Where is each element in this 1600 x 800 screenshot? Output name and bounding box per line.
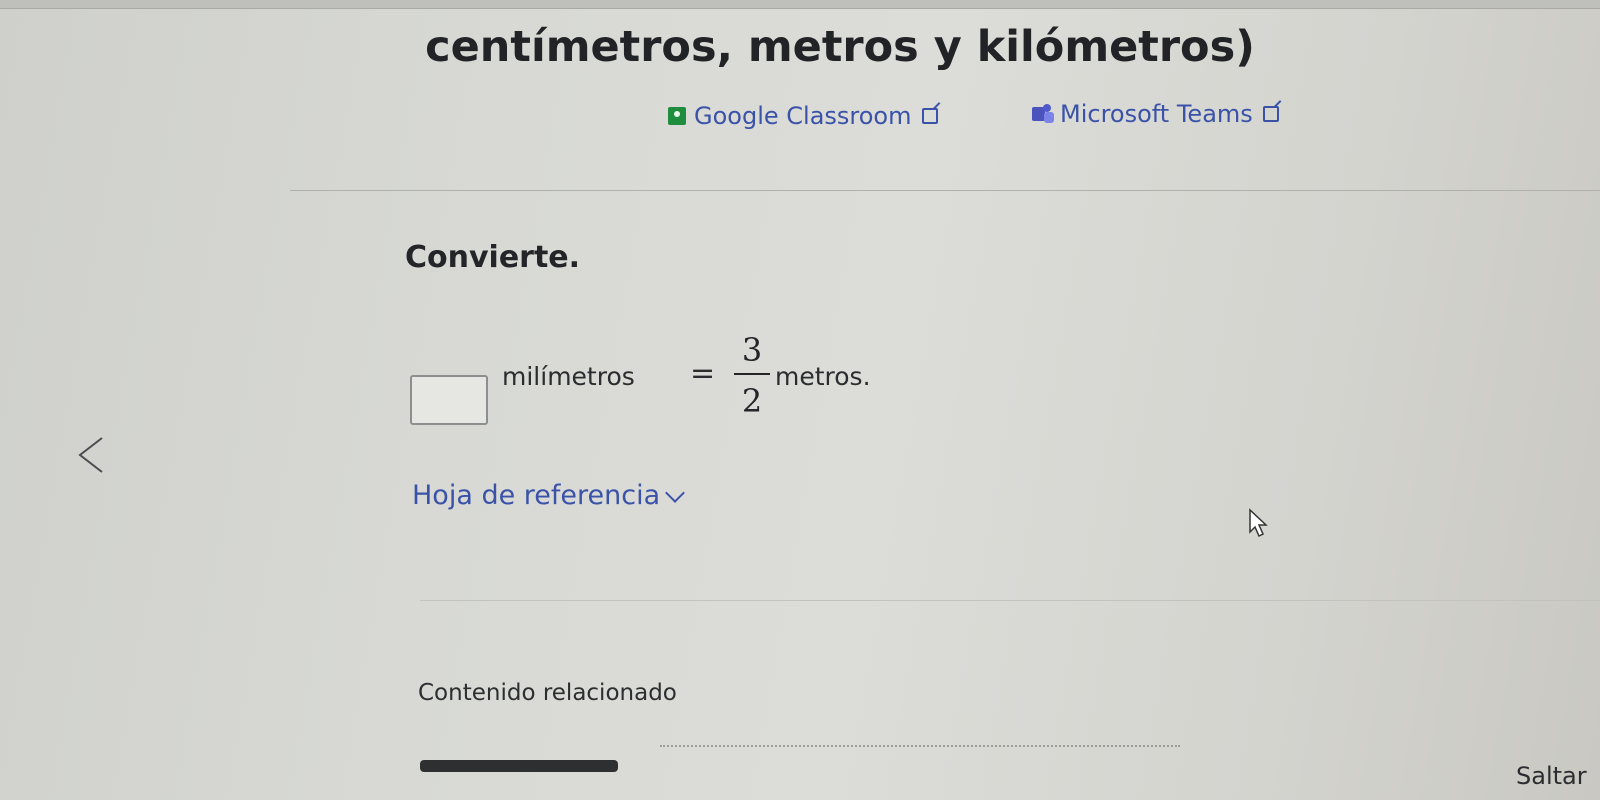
answer-input[interactable] bbox=[410, 375, 488, 425]
external-link-icon bbox=[1262, 106, 1279, 122]
section-divider bbox=[420, 600, 1600, 601]
unit-right-label: metros. bbox=[775, 362, 871, 391]
microsoft-teams-icon bbox=[1032, 104, 1054, 124]
google-classroom-label: Google Classroom bbox=[694, 102, 912, 130]
external-link-icon bbox=[921, 108, 938, 124]
fraction-bar bbox=[734, 373, 770, 375]
reference-sheet-toggle[interactable]: Hoja de referencia bbox=[412, 480, 686, 511]
unit-left-label: milímetros bbox=[502, 362, 635, 391]
microsoft-teams-link[interactable]: Microsoft Teams bbox=[1032, 100, 1279, 128]
dotted-separator bbox=[660, 745, 1180, 748]
google-classroom-icon bbox=[668, 107, 686, 125]
window-top-edge bbox=[0, 0, 1600, 9]
fraction-denominator: 2 bbox=[741, 382, 763, 420]
page-title: centímetros, metros y kilómetros) bbox=[425, 22, 1255, 72]
share-links: Google Classroom Microsoft Teams bbox=[0, 100, 1600, 142]
reference-sheet-label: Hoja de referencia bbox=[412, 480, 661, 511]
mouse-pointer-icon bbox=[1249, 508, 1268, 538]
conversion-equation: milímetros = 3 2 metros. bbox=[410, 330, 1010, 440]
equals-sign: = bbox=[690, 356, 716, 391]
fraction-numerator: 3 bbox=[741, 331, 763, 369]
chevron-down-icon bbox=[665, 482, 686, 503]
section-divider bbox=[290, 190, 1600, 191]
google-classroom-link[interactable]: Google Classroom bbox=[668, 102, 938, 130]
fraction: 3 2 bbox=[732, 330, 772, 421]
related-content-heading: Contenido relacionado bbox=[418, 680, 677, 706]
chevron-left-icon[interactable] bbox=[70, 430, 120, 480]
related-content-placeholder-bar bbox=[420, 760, 618, 772]
microsoft-teams-label: Microsoft Teams bbox=[1060, 100, 1253, 128]
exercise-prompt: Convierte. bbox=[405, 240, 581, 275]
skip-button[interactable]: Saltar bbox=[1516, 762, 1587, 790]
